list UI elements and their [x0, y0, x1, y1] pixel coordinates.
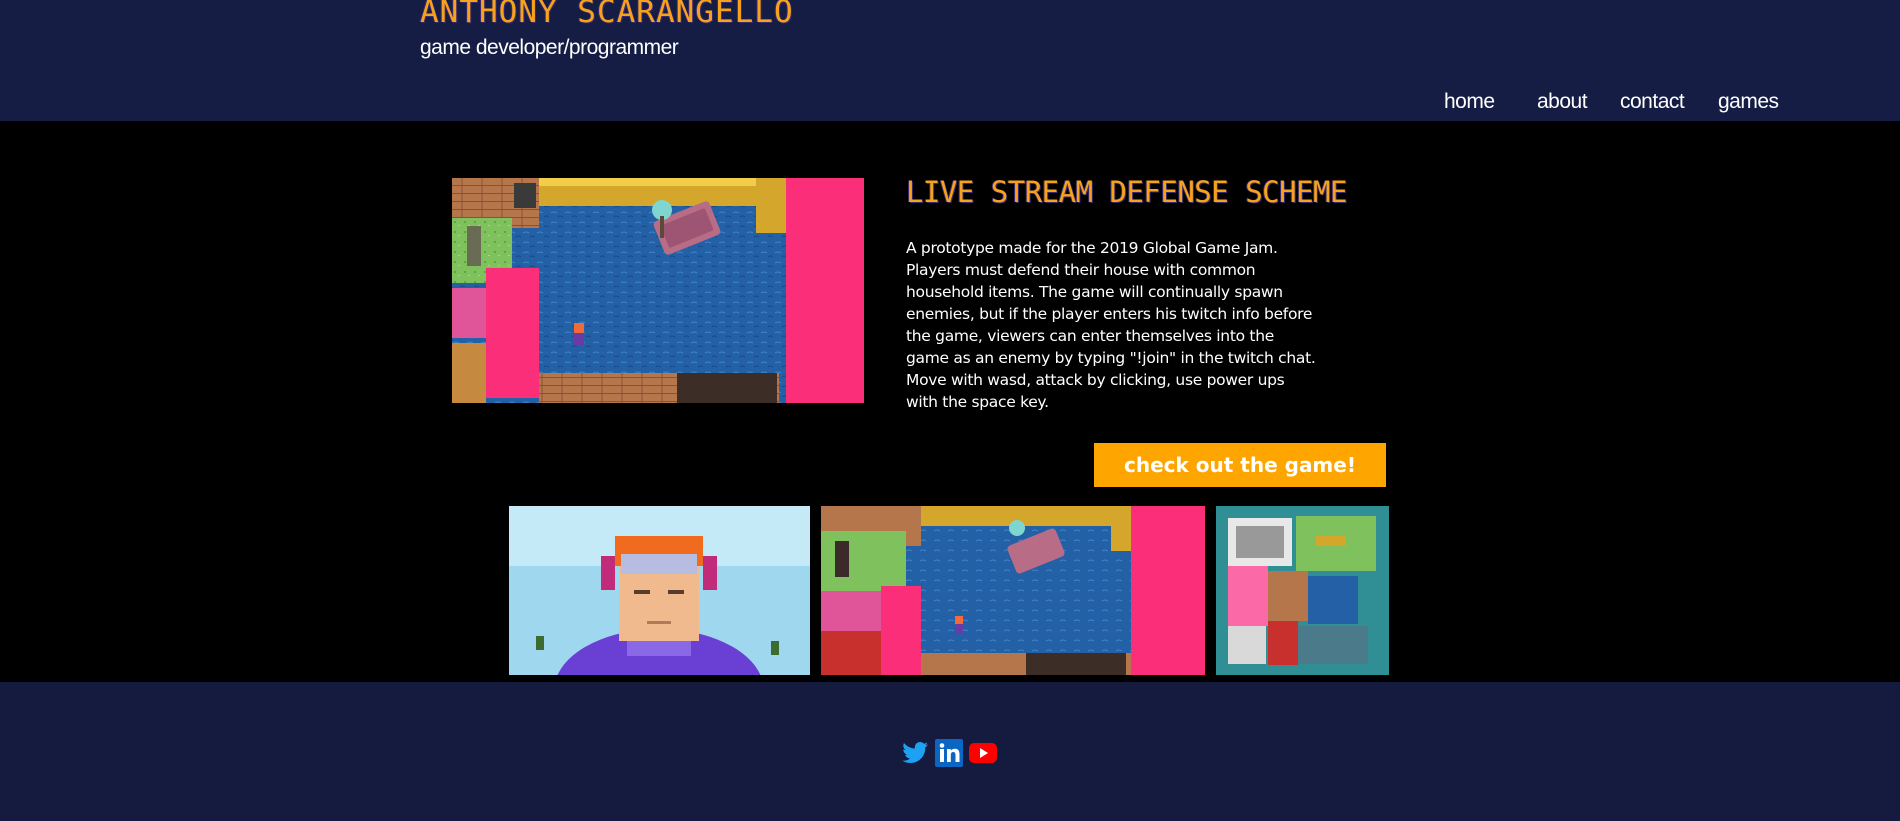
- game-screenshot-main: [452, 178, 864, 403]
- game-thumbnail[interactable]: [1216, 506, 1389, 675]
- linkedin-icon[interactable]: [934, 738, 964, 768]
- nav-games[interactable]: games: [1718, 90, 1779, 114]
- game-thumbnail[interactable]: [509, 506, 810, 675]
- twitter-icon[interactable]: [900, 738, 930, 768]
- site-footer: [0, 682, 1900, 821]
- game-title: LIVE STREAM DEFENSE SCHEME: [906, 175, 1347, 209]
- nav-home[interactable]: home: [1444, 90, 1495, 114]
- site-header: ANTHONY SCARANGELLO game developer/progr…: [0, 0, 1900, 121]
- youtube-icon[interactable]: [968, 738, 998, 768]
- check-out-game-button[interactable]: check out the game!: [1094, 443, 1386, 487]
- nav-contact[interactable]: contact: [1620, 90, 1685, 114]
- main-content: LIVE STREAM DEFENSE SCHEME A prototype m…: [0, 121, 1900, 682]
- main-nav: home about contact games: [0, 90, 1900, 118]
- game-description: A prototype made for the 2019 Global Gam…: [906, 239, 1316, 411]
- site-subtitle: game developer/programmer: [420, 36, 679, 59]
- nav-about[interactable]: about: [1537, 90, 1588, 114]
- site-title[interactable]: ANTHONY SCARANGELLO: [420, 0, 794, 30]
- game-thumbnail[interactable]: [821, 506, 1205, 675]
